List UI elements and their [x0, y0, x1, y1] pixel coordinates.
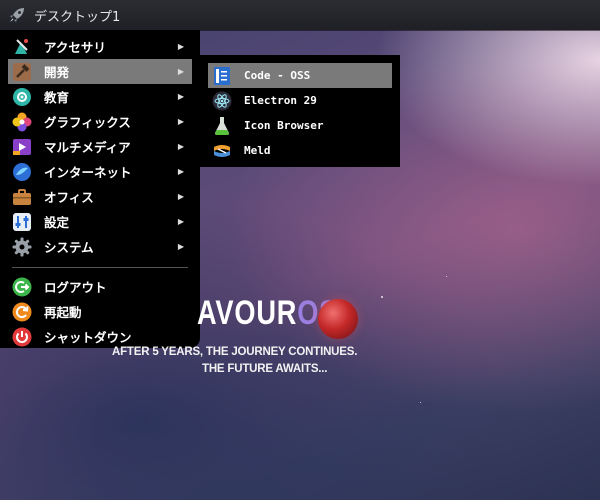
menu-item-label: 教育	[44, 90, 70, 105]
chevron-right-icon: ▶	[177, 117, 184, 126]
multimedia-icon	[12, 137, 32, 157]
menu-item-label: インターネット	[44, 165, 132, 180]
menu-item-label: オフィス	[44, 190, 94, 205]
chevron-right-icon: ▶	[177, 192, 184, 201]
menu-item-internet[interactable]: インターネット ▶	[8, 159, 192, 184]
graphics-icon	[12, 112, 32, 132]
chevron-right-icon: ▶	[177, 142, 184, 151]
menu-item-label: 開発	[44, 65, 70, 80]
submenu-item-code-oss[interactable]: Code - OSS	[208, 63, 392, 88]
submenu-item-label: Electron 29	[244, 94, 317, 107]
application-menu: アクセサリ ▶ 開発 ▶ 教育 ▶ グラフィックス ▶ マルチメディア ▶ イン…	[0, 30, 200, 348]
menu-item-label: ログアウト	[44, 280, 107, 295]
chevron-right-icon: ▶	[177, 167, 184, 176]
star	[381, 296, 383, 298]
chevron-right-icon: ▶	[177, 42, 184, 51]
reboot-icon	[12, 302, 32, 322]
submenu-item-label: Meld	[244, 144, 271, 157]
submenu-item-label: Code - OSS	[244, 69, 311, 82]
wallpaper-logo: AVOUROS	[197, 294, 337, 332]
chevron-right-icon: ▶	[177, 67, 184, 76]
electron-icon	[212, 91, 232, 111]
accessories-icon	[12, 37, 32, 57]
menu-item-label: 設定	[44, 215, 70, 230]
desktop-title: デスクトップ1	[34, 9, 121, 25]
menu-separator	[12, 267, 188, 268]
rocket-icon[interactable]	[6, 4, 28, 26]
menu-item-accessories[interactable]: アクセサリ ▶	[8, 34, 192, 59]
development-submenu: Code - OSS Electron 29 Icon Browser Meld	[200, 55, 400, 167]
menu-item-graphics[interactable]: グラフィックス ▶	[8, 109, 192, 134]
top-panel: デスクトップ1	[0, 0, 600, 30]
menu-item-settings[interactable]: 設定 ▶	[8, 209, 192, 234]
submenu-item-meld[interactable]: Meld	[208, 138, 392, 163]
code-oss-icon	[212, 66, 232, 86]
menu-item-label: システム	[44, 240, 94, 255]
menu-item-system[interactable]: システム ▶	[8, 234, 192, 259]
menu-item-label: マルチメディア	[44, 140, 131, 155]
menu-item-label: シャットダウン	[44, 330, 132, 345]
menu-item-development[interactable]: 開発 ▶	[8, 59, 192, 84]
menu-item-reboot[interactable]: 再起動	[8, 299, 192, 324]
flask-icon	[212, 116, 232, 136]
education-icon	[12, 87, 32, 107]
menu-item-label: 再起動	[44, 305, 82, 320]
power-icon	[12, 327, 32, 347]
chevron-right-icon: ▶	[177, 92, 184, 101]
submenu-item-electron[interactable]: Electron 29	[208, 88, 392, 113]
menu-item-education[interactable]: 教育 ▶	[8, 84, 192, 109]
submenu-item-icon-browser[interactable]: Icon Browser	[208, 113, 392, 138]
chevron-right-icon: ▶	[177, 217, 184, 226]
development-icon	[12, 62, 32, 82]
internet-icon	[12, 162, 32, 182]
menu-item-multimedia[interactable]: マルチメディア ▶	[8, 134, 192, 159]
settings-icon	[12, 212, 32, 232]
star	[446, 276, 447, 277]
menu-item-label: グラフィックス	[44, 115, 131, 130]
office-icon	[12, 187, 32, 207]
submenu-item-label: Icon Browser	[244, 119, 324, 132]
logout-icon	[12, 277, 32, 297]
gear-icon	[12, 237, 32, 257]
menu-item-label: アクセサリ	[44, 40, 106, 55]
star	[420, 402, 421, 403]
meld-icon	[212, 141, 232, 161]
chevron-right-icon: ▶	[177, 242, 184, 251]
wallpaper-tagline: THE FUTURE AWAITS...	[202, 363, 328, 375]
menu-item-logout[interactable]: ログアウト	[8, 274, 192, 299]
wallpaper-tagline: AFTER 5 YEARS, THE JOURNEY CONTINUES.	[112, 346, 358, 358]
menu-item-office[interactable]: オフィス ▶	[8, 184, 192, 209]
planet-illustration	[318, 299, 358, 339]
